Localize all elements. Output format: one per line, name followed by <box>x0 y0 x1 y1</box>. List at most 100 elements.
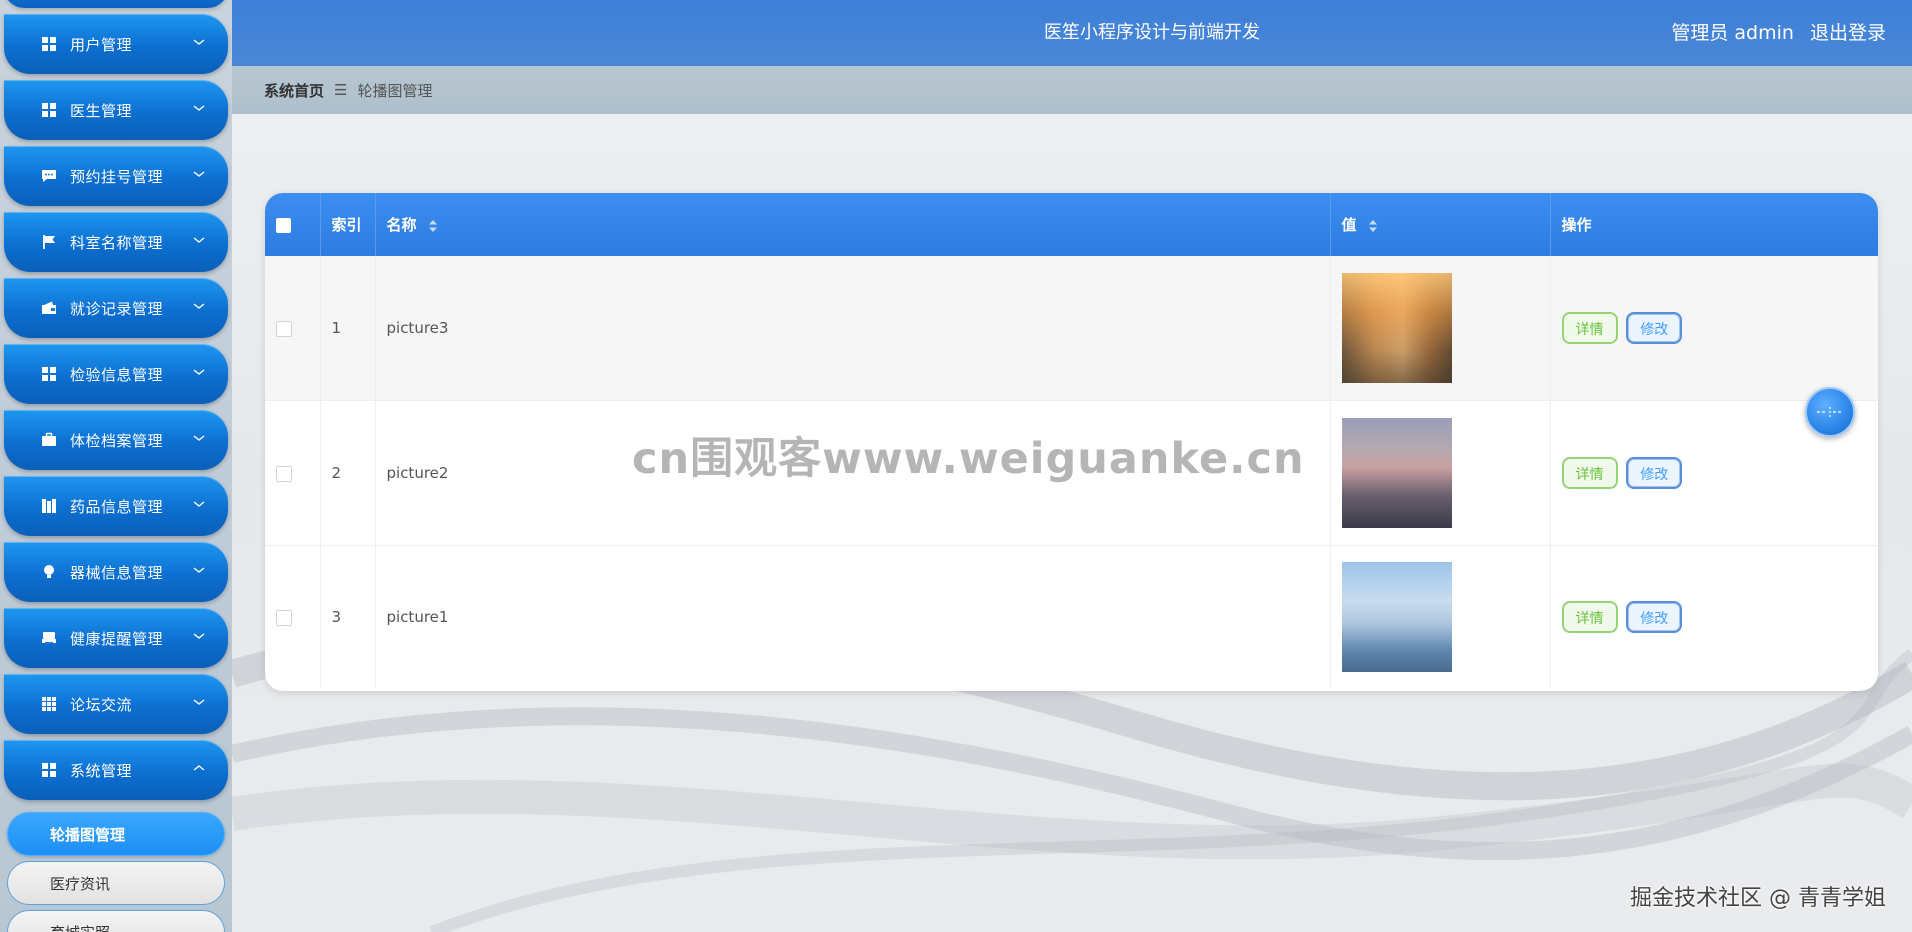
chevron-down-icon <box>193 237 205 243</box>
detail-button[interactable]: 详情 <box>1561 601 1618 633</box>
detail-button[interactable]: 详情 <box>1561 457 1618 489</box>
sidebar-item-label: 体检档案管理 <box>70 431 164 450</box>
breadcrumb: 系统首页 ☰ 轮播图管理 <box>232 66 1912 114</box>
briefcase-icon <box>40 431 58 449</box>
sort-icon[interactable] <box>428 219 438 233</box>
wallet-icon <box>40 299 58 317</box>
edit-button[interactable]: 修改 <box>1626 457 1683 489</box>
sidebar-subitem-label: 医疗资讯 <box>50 874 111 893</box>
flag-icon <box>40 233 58 251</box>
corner-watermark: 掘金技术社区 @ 青青学姐 <box>1630 886 1886 911</box>
table-row: 1 picture3 详情 修改 <box>265 256 1878 401</box>
sidebar-item-label: 健康提醒管理 <box>70 629 164 648</box>
row-checkbox[interactable] <box>276 320 292 337</box>
sidebar-item-label: 论坛交流 <box>70 695 133 714</box>
sort-icon[interactable] <box>1368 219 1378 233</box>
column-header-value[interactable]: 值 <box>1330 193 1551 256</box>
row-value-cell <box>1330 545 1551 688</box>
row-checkbox[interactable] <box>276 465 292 482</box>
dash-icon <box>1817 407 1843 417</box>
floating-action-button[interactable] <box>1805 387 1855 437</box>
sidebar-item-user-management[interactable]: 用户管理 <box>4 14 228 74</box>
select-all-checkbox[interactable] <box>276 217 291 233</box>
row-name: picture1 <box>375 545 1331 688</box>
sidebar-item-label: 预约挂号管理 <box>70 167 164 186</box>
grid-icon <box>40 761 58 779</box>
sidebar-item-label: 用户管理 <box>70 35 133 54</box>
edit-button[interactable]: 修改 <box>1626 601 1683 633</box>
sidebar-item-forum[interactable]: 论坛交流 <box>4 674 228 734</box>
sidebar-item-physical-exam[interactable]: 体检档案管理 <box>4 410 228 470</box>
book-icon <box>40 497 58 515</box>
grid-icon <box>40 101 58 119</box>
city-sunset-image[interactable] <box>1341 273 1452 383</box>
row-actions: 详情 修改 <box>1550 545 1878 688</box>
sidebar-item-label: 器械信息管理 <box>70 563 164 582</box>
sidebar-item-visit-records[interactable]: 就诊记录管理 <box>4 278 228 338</box>
chevron-down-icon <box>193 39 205 45</box>
sidebar-item-medicine[interactable]: 药品信息管理 <box>4 476 228 536</box>
row-name: picture2 <box>375 400 1331 546</box>
row-select-cell <box>265 545 321 688</box>
sidebar-item-doctor-management[interactable]: 医生管理 <box>4 80 228 140</box>
chevron-down-icon <box>193 699 205 705</box>
breadcrumb-current: 轮播图管理 <box>357 81 433 100</box>
row-checkbox[interactable] <box>276 609 292 626</box>
row-value-cell <box>1330 400 1551 546</box>
sidebar-item-label: 检验信息管理 <box>70 365 164 384</box>
chevron-down-icon <box>193 171 205 177</box>
column-header-name[interactable]: 名称 <box>375 193 1331 256</box>
sidebar-item-label: 药品信息管理 <box>70 497 164 516</box>
chevron-down-icon <box>193 303 205 309</box>
row-actions: 详情 修改 <box>1550 256 1878 401</box>
city-dusk-image[interactable] <box>1341 418 1452 528</box>
breadcrumb-separator-icon: ☰ <box>334 81 348 99</box>
sidebar-menu-item-partial[interactable] <box>4 0 228 8</box>
sidebar-item-label: 就诊记录管理 <box>70 299 164 318</box>
sidebar-item-inspection[interactable]: 检验信息管理 <box>4 344 228 404</box>
table-header-row: 索引 名称 值 操作 <box>265 193 1878 256</box>
table-row: 2 picture2 详情 修改 <box>265 400 1878 546</box>
column-header-index: 索引 <box>320 193 376 256</box>
table-row: 3 picture1 详情 修改 <box>265 545 1878 688</box>
row-index: 2 <box>320 400 376 546</box>
chevron-down-icon <box>193 633 205 639</box>
select-all-cell <box>265 193 321 256</box>
sidebar-item-label: 科室名称管理 <box>70 233 164 252</box>
chevron-down-icon <box>193 369 205 375</box>
row-value-cell <box>1330 256 1551 401</box>
current-user-label: 管理员 admin <box>1671 22 1794 44</box>
sidebar-item-system[interactable]: 系统管理 <box>4 740 228 800</box>
sidebar-item-appointment[interactable]: 预约挂号管理 <box>4 146 228 206</box>
grid-icon <box>40 365 58 383</box>
printer-icon <box>40 629 58 647</box>
sidebar-subitem-partial[interactable]: 育城实照 <box>7 910 225 932</box>
logout-button[interactable]: 退出登录 <box>1810 22 1886 44</box>
sidebar-subitem-carousel[interactable]: 轮播图管理 <box>7 812 225 856</box>
edit-button[interactable]: 修改 <box>1626 312 1683 344</box>
chevron-down-icon <box>193 105 205 111</box>
row-select-cell <box>265 400 321 546</box>
chevron-down-icon <box>193 567 205 573</box>
carousel-table: 索引 名称 值 操作 1 picture3 详情 修改 2 picture2 详… <box>265 193 1878 691</box>
detail-button[interactable]: 详情 <box>1561 312 1618 344</box>
column-header-actions: 操作 <box>1550 193 1878 256</box>
sidebar-subitem-medical-news[interactable]: 医疗资讯 <box>7 861 225 905</box>
apps-icon <box>40 695 58 713</box>
top-header: 医笙小程序设计与前端开发 管理员 admin 退出登录 <box>232 0 1912 66</box>
column-header-name-label: 名称 <box>386 216 417 234</box>
row-select-cell <box>265 256 321 401</box>
row-name: picture3 <box>375 256 1331 401</box>
column-header-value-label: 值 <box>1341 216 1357 234</box>
sidebar-item-health-reminder[interactable]: 健康提醒管理 <box>4 608 228 668</box>
user-area: 管理员 admin 退出登录 <box>1671 0 1886 66</box>
breadcrumb-home-link[interactable]: 系统首页 <box>264 80 324 101</box>
city-skyline-image[interactable] <box>1341 562 1452 672</box>
grid-icon <box>40 35 58 53</box>
row-index: 1 <box>320 256 376 401</box>
sidebar-subitem-label: 轮播图管理 <box>50 825 126 844</box>
sidebar-item-department[interactable]: 科室名称管理 <box>4 212 228 272</box>
chevron-up-icon <box>193 765 205 771</box>
sidebar-item-equipment[interactable]: 器械信息管理 <box>4 542 228 602</box>
bulb-icon <box>40 563 58 581</box>
